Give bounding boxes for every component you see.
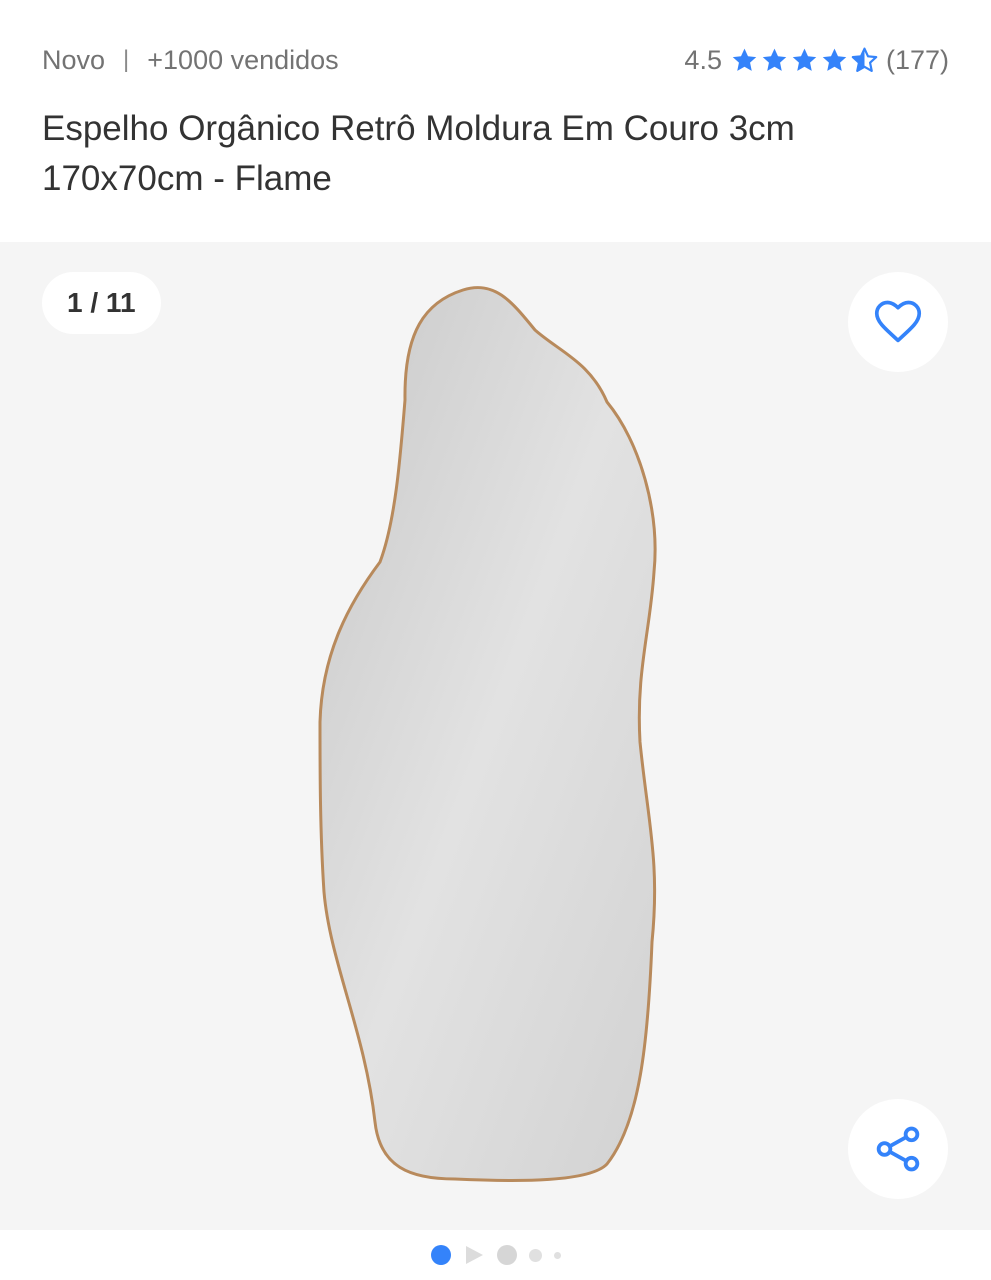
pagination-dot[interactable] xyxy=(553,1251,561,1259)
rating-count: (177) xyxy=(885,44,949,75)
star-half-icon xyxy=(851,47,878,72)
pagination-dot[interactable] xyxy=(496,1245,517,1265)
condition-label: Novo xyxy=(42,44,106,75)
rating-average: 4.5 xyxy=(684,44,722,75)
sold-count: +1000 vendidos xyxy=(147,44,339,75)
star-full-icon xyxy=(822,48,847,71)
star-full-icon xyxy=(792,48,817,71)
favorite-button[interactable] xyxy=(848,272,948,372)
product-status: Novo | +1000 vendidos xyxy=(42,45,339,76)
share-button[interactable] xyxy=(848,1099,948,1199)
product-subtitle-row: Novo | +1000 vendidos 4.5 (177) xyxy=(42,40,949,80)
product-image xyxy=(318,286,657,1182)
video-play-icon[interactable] xyxy=(463,1244,485,1266)
star-full-icon xyxy=(732,48,757,71)
gallery-pagination[interactable] xyxy=(0,1230,991,1280)
image-gallery[interactable]: 1 / 11 xyxy=(0,242,991,1230)
product-title: Espelho Orgânico Retrô Moldura Em Couro … xyxy=(42,109,795,198)
star-full-icon xyxy=(762,48,787,71)
separator: | xyxy=(123,46,130,73)
pagination-dot[interactable] xyxy=(528,1248,542,1262)
heart-icon xyxy=(874,300,922,343)
rating-stars xyxy=(730,46,880,75)
rating-summary[interactable]: 4.5 (177) xyxy=(684,45,949,76)
pagination-dot-active[interactable] xyxy=(430,1245,451,1265)
product-header: Novo | +1000 vendidos 4.5 (177) Espelho … xyxy=(0,0,991,242)
share-icon xyxy=(876,1126,920,1172)
image-counter: 1 / 11 xyxy=(42,272,161,334)
